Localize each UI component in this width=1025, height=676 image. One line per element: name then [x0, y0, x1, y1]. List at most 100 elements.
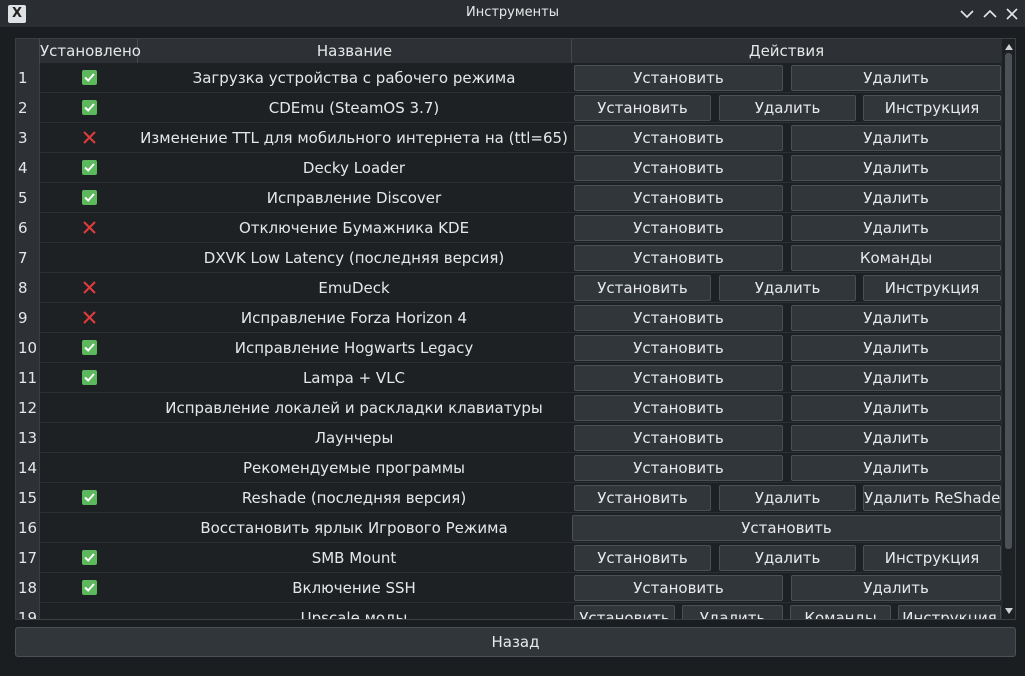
close-icon[interactable] [1002, 4, 1022, 24]
table-row[interactable]: 9 Исправление Forza Horizon 4 Установить Уд… [16, 303, 1001, 333]
action-button[interactable]: Удалить [719, 545, 856, 571]
checkmark-icon [81, 370, 97, 385]
action-button[interactable]: Установить [574, 365, 783, 391]
table-row[interactable]: 8 EmuDeck Установить Удалить Инструкция [16, 273, 1001, 303]
header-installed[interactable]: Установлено [40, 39, 141, 63]
table-row[interactable]: 2 CDEmu (SteamOS 3.7) Установить Удалить Инс… [16, 93, 1001, 123]
action-button[interactable]: Удалить [791, 305, 1001, 331]
action-button[interactable]: Команды [791, 245, 1001, 271]
table-row[interactable]: 5 Исправление Discover Установить Удалить [16, 183, 1001, 213]
action-button[interactable]: Удалить [791, 155, 1001, 181]
row-number: 1 [16, 63, 40, 93]
table-row[interactable]: 4 Decky Loader Установить Удалить [16, 153, 1001, 183]
action-button[interactable]: Удалить [719, 275, 856, 301]
installed-status [40, 573, 138, 603]
action-button[interactable]: Установить [572, 515, 1001, 541]
action-button[interactable]: Удалить [719, 95, 856, 121]
action-button[interactable]: Команды [790, 605, 891, 619]
table-row[interactable]: 12 Исправление локалей и раскладки клавиа… [16, 393, 1001, 423]
action-button[interactable]: Удалить [791, 365, 1001, 391]
header-name[interactable]: Название [138, 39, 572, 63]
action-button[interactable]: Удалить [791, 395, 1001, 421]
table-row[interactable]: 6 Отключение Бумажника KDE Установить Удали… [16, 213, 1001, 243]
row-number: 17 [16, 543, 40, 573]
action-button[interactable]: Установить [574, 245, 783, 271]
tool-name: Upscale моды [300, 609, 408, 619]
table-row[interactable]: 3 Изменение TTL для мобильного интернета … [16, 123, 1001, 153]
action-button[interactable]: Удалить [791, 185, 1001, 211]
table-row[interactable]: 19 Upscale моды Установить Удалить Команды Ин… [16, 603, 1001, 619]
cross-icon [82, 130, 97, 145]
action-button[interactable]: Установить [574, 485, 711, 511]
action-button[interactable]: Установить [574, 335, 783, 361]
installed-status [40, 183, 138, 213]
action-button[interactable]: Удалить [791, 125, 1001, 151]
action-button[interactable]: Установить [574, 65, 783, 91]
installed-status [40, 393, 138, 423]
minimize-icon[interactable] [957, 4, 977, 24]
maximize-icon[interactable] [980, 4, 1000, 24]
header-actions[interactable]: Действия [572, 39, 1001, 63]
table-row[interactable]: 17 SMB Mount Установить Удалить Инструкция [16, 543, 1001, 573]
action-button[interactable]: Установить [574, 215, 783, 241]
table-row[interactable]: 14 Рекомендуемые программы Установить Удали… [16, 453, 1001, 483]
tool-name: Исправление Discover [266, 189, 442, 207]
table-row[interactable]: 10 Исправление Hogwarts Legacy Установить У… [16, 333, 1001, 363]
table-row[interactable]: 11 Lampa + VLC Установить Удалить [16, 363, 1001, 393]
action-button[interactable]: Установить [574, 125, 783, 151]
action-button[interactable]: Установить [574, 185, 783, 211]
scroll-down-arrow-icon[interactable] [1004, 606, 1014, 616]
installed-status [40, 453, 138, 483]
scrollbar-thumb[interactable] [1005, 53, 1012, 549]
action-button[interactable]: Удалить [791, 65, 1001, 91]
action-button[interactable]: Удалить [791, 215, 1001, 241]
checkmark-icon [81, 190, 97, 205]
action-button[interactable]: Удалить [791, 455, 1001, 481]
action-button[interactable]: Удалить [682, 605, 783, 619]
table-row[interactable]: 18 Включение SSH Установить Удалить [16, 573, 1001, 603]
row-actions: Установить Удалить [572, 183, 1001, 213]
action-button[interactable]: Установить [574, 575, 783, 601]
action-button[interactable]: Установить [574, 395, 783, 421]
action-button[interactable]: Инструкция [898, 605, 1001, 619]
action-button[interactable]: Установить [574, 425, 783, 451]
back-button[interactable]: Назад [15, 627, 1016, 657]
table-row[interactable]: 16 Восстановить ярлык Игрового Режима Уста… [16, 513, 1001, 543]
action-button[interactable]: Установить [574, 95, 711, 121]
action-button[interactable]: Установить [574, 155, 783, 181]
table-row[interactable]: 1 Загрузка устройства с рабочего режима Ус… [16, 63, 1001, 93]
action-button[interactable]: Установить [574, 455, 783, 481]
row-number: 8 [16, 273, 40, 303]
row-actions: Установить Удалить Инструкция [572, 543, 1001, 573]
table-row[interactable]: 15 Reshade (последняя версия) Установить Уд… [16, 483, 1001, 513]
tool-name: DXVK Low Latency (последняя версия) [203, 249, 505, 267]
checkmark-icon [81, 340, 97, 355]
vertical-scrollbar[interactable] [1001, 39, 1015, 619]
action-button[interactable]: Удалить [791, 425, 1001, 451]
tool-name: Отключение Бумажника KDE [238, 219, 470, 237]
table-row[interactable]: 13 Лаунчеры Установить Удалить [16, 423, 1001, 453]
checkmark-icon [81, 490, 97, 505]
table-row[interactable]: 7 DXVK Low Latency (последняя версия) Уста… [16, 243, 1001, 273]
action-button[interactable]: Установить [574, 275, 711, 301]
action-button[interactable]: Удалить ReShade [863, 485, 1001, 511]
action-button[interactable]: Удалить [791, 335, 1001, 361]
action-button[interactable]: Установить [574, 305, 783, 331]
action-button[interactable]: Удалить [719, 485, 856, 511]
scroll-up-arrow-icon[interactable] [1004, 42, 1014, 52]
action-button[interactable]: Установить [574, 605, 675, 619]
installed-status [40, 303, 138, 333]
installed-status [40, 213, 138, 243]
row-number: 5 [16, 183, 40, 213]
checkmark-icon [81, 70, 97, 85]
action-button[interactable]: Инструкция [863, 275, 1001, 301]
checkmark-icon [81, 100, 97, 115]
row-number: 3 [16, 123, 40, 153]
installed-status [40, 513, 138, 543]
tool-name: Лаунчеры [314, 429, 394, 447]
action-button[interactable]: Установить [574, 545, 711, 571]
installed-status [40, 93, 138, 123]
action-button[interactable]: Инструкция [863, 95, 1001, 121]
action-button[interactable]: Инструкция [863, 545, 1001, 571]
action-button[interactable]: Удалить [791, 575, 1001, 601]
